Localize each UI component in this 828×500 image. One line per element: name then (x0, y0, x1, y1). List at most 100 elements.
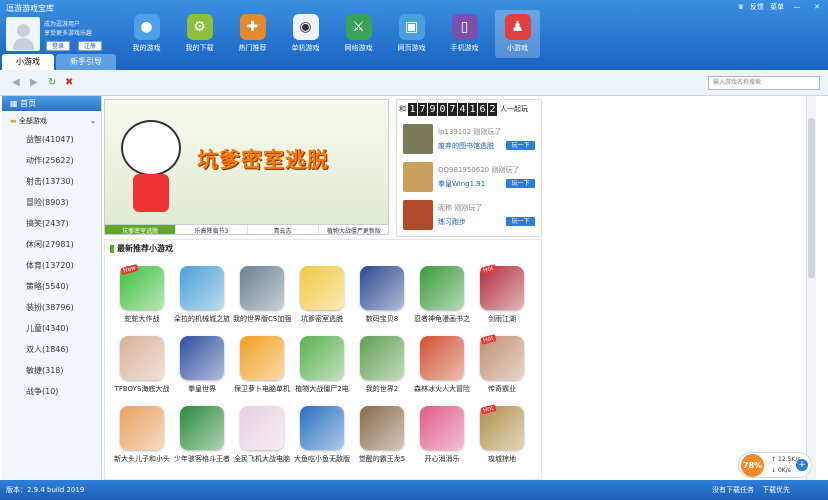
game-title[interactable]: 少年骇客格斗王者 (173, 454, 231, 464)
download-status[interactable]: 没有下载任务 (712, 480, 754, 500)
game-tile[interactable]: 朵拉的机械城之旅 (173, 266, 231, 334)
game-tile[interactable]: 保卫萝卜电脑单机 (233, 336, 291, 404)
game-tile[interactable]: 坑爹密室逃脱 (293, 266, 351, 334)
nav-item-7[interactable]: ♟ 小游戏 (495, 10, 540, 58)
game-icon[interactable] (360, 406, 404, 450)
game-icon[interactable] (420, 336, 464, 380)
skin-icon[interactable]: ♛ (738, 3, 744, 11)
feedback-link[interactable]: 反馈 (750, 2, 764, 12)
game-tile[interactable]: Hot 攻城掠地 (473, 404, 531, 474)
game-link[interactable]: 练习跑步 (438, 217, 466, 227)
login-button[interactable]: 登录 (46, 41, 71, 51)
game-title[interactable]: 剑雨江湖 (473, 314, 531, 324)
game-tile[interactable]: 少年骇客格斗王者 (173, 406, 231, 474)
game-title[interactable]: 植物大战僵尸2电 (293, 384, 351, 394)
tab-beginner-guide[interactable]: 新手引导 (56, 54, 116, 70)
banner-tab[interactable]: 乐高降临节3 (176, 225, 248, 234)
tab-mini-games[interactable]: 小游戏 (2, 54, 54, 70)
game-tile[interactable]: 植物大战僵尸2电 (293, 336, 351, 404)
minimize-icon[interactable]: — (790, 2, 804, 12)
scrollbar[interactable] (806, 96, 816, 480)
game-title[interactable]: 朵拉的机械城之旅 (173, 314, 231, 324)
nav-item-4[interactable]: ⚔ 网络游戏 (336, 10, 381, 58)
game-title[interactable]: 我的世界2 (353, 384, 411, 394)
sidebar-category[interactable]: 装扮(38796) (2, 297, 101, 318)
game-icon[interactable] (300, 406, 344, 450)
game-tile[interactable]: New 蛇蛇大作战 (113, 263, 171, 334)
featured-banner[interactable]: 坑爹密室逃脱 坑爹密室逃脱 乐高降临节3 青云志 植物大战僵尸更新版 (104, 99, 389, 235)
banner-tab[interactable]: 青云志 (248, 225, 319, 234)
game-icon[interactable] (420, 406, 464, 450)
plus-icon[interactable]: + (796, 459, 808, 471)
game-tile[interactable]: 觉醒的霸王龙5 (353, 406, 411, 474)
game-tile[interactable]: 开心消消乐 (413, 406, 471, 474)
game-link[interactable]: 拳皇Wing1.91 (438, 179, 485, 189)
game-tile[interactable]: 大鱼吃小鱼无敌版 (293, 406, 351, 474)
game-icon[interactable] (360, 266, 404, 310)
play-button[interactable]: 玩一下 (506, 141, 535, 150)
search-input[interactable]: 输入游戏名称搜索 (708, 76, 820, 90)
nav-item-2[interactable]: ✚ 热门推荐 (230, 10, 275, 58)
game-icon[interactable] (240, 336, 284, 380)
nav-item-3[interactable]: ◉ 单机游戏 (283, 10, 328, 58)
game-icon[interactable] (120, 406, 164, 450)
play-button[interactable]: 玩一下 (506, 179, 535, 188)
sidebar-item-all[interactable]: ▬ 全部游戏 ⌄ (2, 114, 101, 129)
game-title[interactable]: 开心消消乐 (413, 454, 471, 464)
speed-widget[interactable]: 78% ↑ 12.5K/s ↓ 0K/s + (738, 452, 812, 478)
game-tile[interactable]: 森林冰火人大冒险 (413, 336, 471, 404)
stop-icon[interactable]: ✖ (65, 78, 75, 88)
game-tile[interactable]: 拳皇世界 (173, 336, 231, 404)
game-icon[interactable] (360, 336, 404, 380)
game-tile[interactable]: 我的世界版CS加强 (233, 266, 291, 334)
sidebar-category[interactable]: 敏捷(318) (2, 360, 101, 381)
banner-tab[interactable]: 植物大战僵尸更新版 (319, 225, 388, 234)
register-button[interactable]: 注册 (78, 41, 103, 51)
game-tile[interactable]: 我的世界2 (353, 336, 411, 404)
game-title[interactable]: 忍者神龟漫画书之 (413, 314, 471, 324)
nav-item-0[interactable]: ● 我的游戏 (124, 10, 169, 58)
game-icon[interactable] (300, 336, 344, 380)
download-manager-link[interactable]: 下载优先 (762, 480, 790, 500)
sidebar-category[interactable]: 战争(10) (2, 381, 101, 402)
game-icon[interactable] (240, 406, 284, 450)
game-tile[interactable]: TFBOYS海底大战 (113, 336, 171, 404)
game-tile[interactable]: 新大头儿子和小头 (113, 406, 171, 474)
game-title[interactable]: 森林冰火人大冒险 (413, 384, 471, 394)
game-title[interactable]: 保卫萝卜电脑单机 (233, 384, 291, 394)
game-title[interactable]: 攻城掠地 (473, 454, 531, 464)
sidebar-item-home[interactable]: ▦ 首页 (2, 96, 101, 111)
banner-tab[interactable]: 坑爹密室逃脱 (105, 225, 177, 234)
sidebar-category[interactable]: 搞笑(2437) (2, 213, 101, 234)
sidebar-category[interactable]: 益智(41047) (2, 129, 101, 150)
game-icon[interactable] (300, 266, 344, 310)
sidebar-category[interactable]: 休闲(27981) (2, 234, 101, 255)
game-title[interactable]: 拳皇世界 (173, 384, 231, 394)
game-icon[interactable] (240, 266, 284, 310)
sidebar-category[interactable]: 冒险(8903) (2, 192, 101, 213)
sidebar-category[interactable]: 体育(13720) (2, 255, 101, 276)
game-title[interactable]: TFBOYS海底大战 (113, 384, 171, 394)
game-thumbnail[interactable] (403, 200, 433, 230)
game-tile[interactable]: 忍者神龟漫画书之 (413, 266, 471, 334)
game-title[interactable]: 全民飞机大战电脑 (233, 454, 291, 464)
nav-item-1[interactable]: ⚙ 我的下载 (177, 10, 222, 58)
sidebar-category[interactable]: 双人(1846) (2, 339, 101, 360)
game-title[interactable]: 蛇蛇大作战 (113, 314, 171, 324)
game-icon[interactable] (180, 266, 224, 310)
game-tile[interactable]: 数码宝贝8 (353, 266, 411, 334)
game-title[interactable]: 传奇霸业 (473, 384, 531, 394)
forward-icon[interactable]: ▶ (30, 78, 40, 88)
game-tile[interactable]: Hot 传奇霸业 (473, 334, 531, 404)
game-thumbnail[interactable] (403, 162, 433, 192)
avatar[interactable] (6, 17, 40, 51)
game-tile[interactable]: 全民飞机大战电脑 (233, 406, 291, 474)
scroll-thumb[interactable] (808, 118, 815, 278)
sidebar-category[interactable]: 儿童(4340) (2, 318, 101, 339)
nav-item-5[interactable]: ▣ 网页游戏 (389, 10, 434, 58)
game-title[interactable]: 觉醒的霸王龙5 (353, 454, 411, 464)
game-icon[interactable] (120, 336, 164, 380)
game-icon[interactable] (420, 266, 464, 310)
game-title[interactable]: 我的世界版CS加强 (233, 314, 291, 324)
game-thumbnail[interactable] (403, 124, 433, 154)
